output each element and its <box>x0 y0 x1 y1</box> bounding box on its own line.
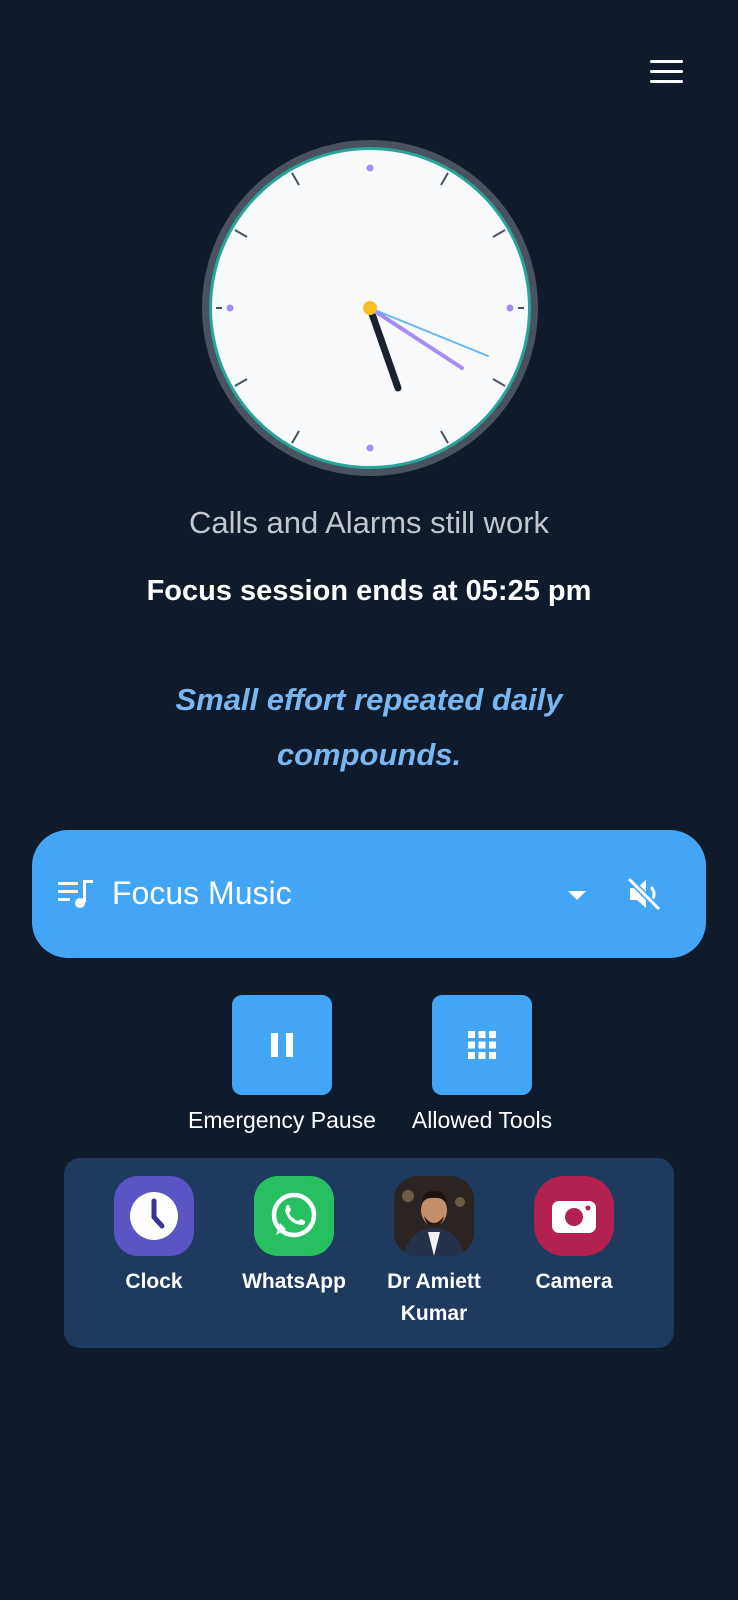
quote-line-2: compounds. <box>276 737 462 772</box>
arrow-drop-down-icon[interactable] <box>566 884 588 906</box>
quote-line-1: Small effort repeated daily <box>175 682 563 717</box>
clock-app-icon <box>114 1176 194 1256</box>
analog-clock <box>202 140 538 476</box>
allowed-tools-tile[interactable] <box>432 995 532 1095</box>
motivational-quote: Small effort repeated daily compounds. <box>0 672 738 782</box>
grid-apps-icon <box>468 1031 496 1059</box>
app-clock[interactable]: Clock <box>84 1176 224 1298</box>
app-camera[interactable]: Camera <box>504 1176 644 1298</box>
app-label: Clock <box>125 1270 183 1293</box>
app-label: Camera <box>535 1270 613 1293</box>
focus-music-label: Focus Music <box>112 875 292 911</box>
allowed-apps-panel: Clock WhatsApp Dr Amiett Kumar Camera <box>64 1158 674 1348</box>
app-label: WhatsApp <box>242 1270 346 1293</box>
session-end-time: Focus session ends at 05:25 pm <box>146 575 592 607</box>
contact-avatar <box>394 1176 474 1256</box>
app-label-line-2: Kumar <box>400 1302 468 1325</box>
menu-button[interactable] <box>650 60 684 86</box>
app-label: Dr Amiett Kumar <box>364 1266 504 1330</box>
whatsapp-icon <box>254 1176 334 1256</box>
camera-app-icon <box>534 1176 614 1256</box>
calls-alarms-notice: Calls and Alarms still work <box>188 505 550 540</box>
app-label-line-1: Dr Amiett <box>387 1270 481 1293</box>
allowed-tools-button[interactable]: Allowed Tools <box>382 995 582 1134</box>
allowed-tools-label: Allowed Tools <box>411 1107 553 1133</box>
app-contact-dr-amiett-kumar[interactable]: Dr Amiett Kumar <box>364 1176 504 1330</box>
pause-icon <box>271 1033 293 1057</box>
pause-button-tile[interactable] <box>232 995 332 1095</box>
queue-music-icon <box>58 880 93 908</box>
clock-center <box>363 301 377 315</box>
focus-music-selector[interactable]: Focus Music <box>32 830 706 958</box>
app-whatsapp[interactable]: WhatsApp <box>224 1176 364 1298</box>
volume-off-icon[interactable] <box>624 874 664 914</box>
emergency-pause-button[interactable]: Emergency Pause <box>172 995 392 1134</box>
emergency-pause-label: Emergency Pause <box>188 1107 376 1133</box>
